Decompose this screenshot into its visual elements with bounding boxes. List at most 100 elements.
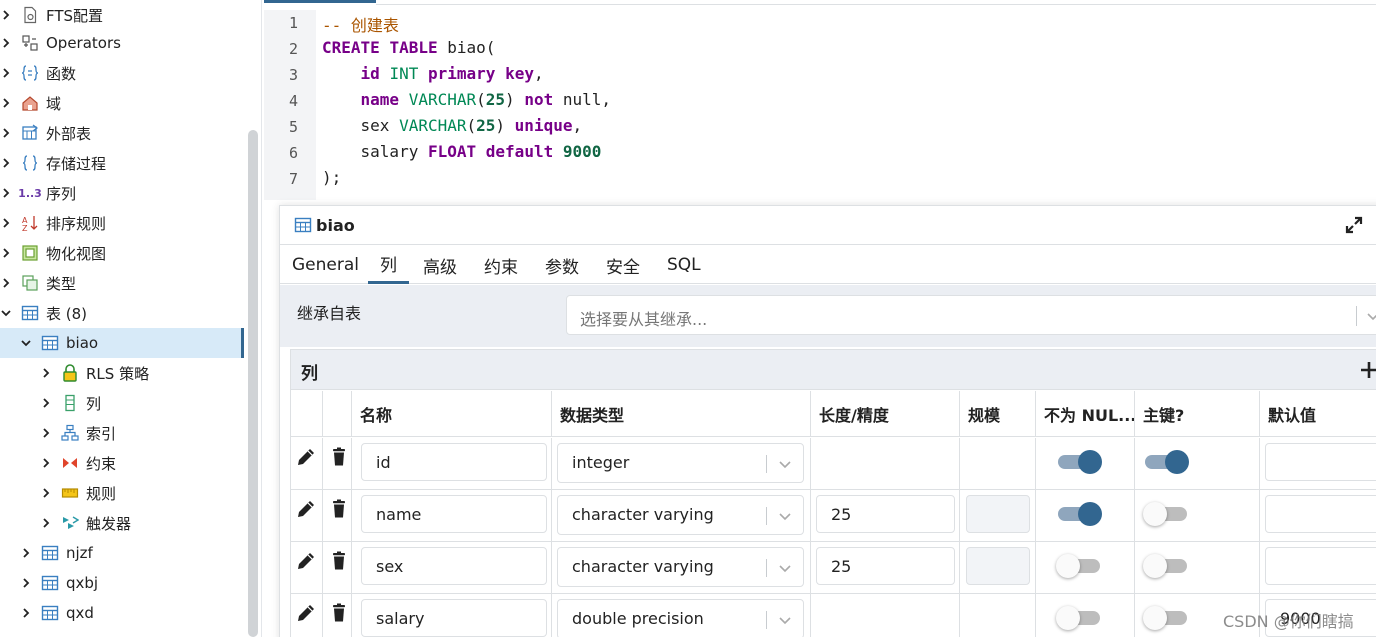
- chevron-right-icon[interactable]: [0, 9, 12, 21]
- tab-4[interactable]: 参数: [545, 246, 579, 284]
- not-null-toggle[interactable]: [1056, 502, 1102, 526]
- tree-item[interactable]: 物化视图: [0, 238, 244, 268]
- chevron-down-icon[interactable]: [777, 508, 793, 528]
- column-header[interactable]: 名称: [352, 391, 552, 437]
- edit-pencil-icon[interactable]: [295, 550, 317, 572]
- chevron-right-icon[interactable]: [0, 97, 12, 109]
- chevron-down-icon[interactable]: [777, 456, 793, 476]
- tree-item[interactable]: 外部表: [0, 118, 244, 148]
- tree-item[interactable]: 列: [0, 388, 244, 418]
- chevron-right-icon[interactable]: [40, 457, 52, 469]
- column-name-input[interactable]: sex: [361, 547, 547, 585]
- chevron-right-icon[interactable]: [40, 427, 52, 439]
- tree-item[interactable]: qxd: [0, 598, 244, 628]
- default-value-input[interactable]: [1265, 495, 1376, 533]
- code-line[interactable]: name VARCHAR(25) not null,: [322, 90, 611, 109]
- column-header[interactable]: 规模: [960, 391, 1036, 437]
- chevron-right-icon[interactable]: [40, 517, 52, 529]
- delete-trash-icon[interactable]: [328, 602, 350, 624]
- default-value-input[interactable]: [1265, 547, 1376, 585]
- tree-item[interactable]: biao: [0, 328, 244, 358]
- not-null-toggle[interactable]: [1056, 554, 1102, 578]
- column-header[interactable]: 主键?: [1135, 391, 1260, 437]
- chevron-right-icon[interactable]: [40, 397, 52, 409]
- tree-item[interactable]: 1..3 序列: [0, 178, 244, 208]
- tree-item[interactable]: 索引: [0, 418, 244, 448]
- chevron-right-icon[interactable]: [0, 67, 12, 79]
- chevron-down-icon[interactable]: [0, 307, 12, 319]
- data-type-select[interactable]: integer: [557, 443, 804, 483]
- chevron-right-icon[interactable]: [40, 367, 52, 379]
- chevron-right-icon[interactable]: [20, 577, 32, 589]
- code-line[interactable]: salary FLOAT default 9000: [322, 142, 602, 161]
- not-null-toggle[interactable]: [1056, 606, 1102, 630]
- code-line[interactable]: -- 创建表: [322, 12, 399, 36]
- delete-trash-icon[interactable]: [328, 498, 350, 520]
- sql-editor[interactable]: 1 2 3 4 5 6 7 -- 创建表 CREATE TABLE biao( id INT …: [264, 0, 1376, 200]
- tab-3[interactable]: 约束: [484, 246, 518, 284]
- column-header[interactable]: 长度/精度: [811, 391, 960, 437]
- primary-key-toggle[interactable]: [1143, 554, 1189, 578]
- edit-pencil-icon[interactable]: [295, 498, 317, 520]
- primary-key-toggle[interactable]: [1143, 502, 1189, 526]
- length-precision-input[interactable]: 25: [816, 547, 955, 585]
- data-type-select[interactable]: character varying: [557, 547, 804, 587]
- column-header[interactable]: 不为 NUL...: [1036, 391, 1135, 437]
- column-name-input[interactable]: name: [361, 495, 547, 533]
- tree-item[interactable]: 函数: [0, 58, 244, 88]
- tree-item[interactable]: FTS配置: [0, 0, 244, 30]
- chevron-right-icon[interactable]: [0, 277, 12, 289]
- tab-2[interactable]: 高级: [423, 246, 457, 284]
- column-name-input[interactable]: id: [361, 443, 547, 481]
- primary-key-toggle[interactable]: [1143, 450, 1189, 474]
- tree-item[interactable]: 类型: [0, 268, 244, 298]
- length-precision-input[interactable]: 25: [816, 495, 955, 533]
- add-column-icon[interactable]: [1359, 360, 1376, 380]
- chevron-down-icon[interactable]: [1365, 308, 1376, 328]
- default-value-input[interactable]: [1265, 443, 1376, 481]
- chevron-right-icon[interactable]: [20, 607, 32, 619]
- edit-pencil-icon[interactable]: [295, 446, 317, 468]
- chevron-right-icon[interactable]: [40, 487, 52, 499]
- chevron-right-icon[interactable]: [0, 247, 12, 259]
- data-type-select[interactable]: double precision: [557, 599, 804, 637]
- data-type-select[interactable]: character varying: [557, 495, 804, 535]
- column-name-input[interactable]: salary: [361, 599, 547, 637]
- tree-item[interactable]: Operators: [0, 28, 244, 58]
- tab-5[interactable]: 安全: [606, 246, 640, 284]
- tree-item[interactable]: 约束: [0, 448, 244, 478]
- chevron-right-icon[interactable]: [20, 547, 32, 559]
- tree-item[interactable]: qxbj: [0, 568, 244, 598]
- chevron-right-icon[interactable]: [0, 217, 12, 229]
- tab-0[interactable]: General: [292, 246, 359, 284]
- not-null-toggle[interactable]: [1056, 450, 1102, 474]
- tab-6[interactable]: SQL: [667, 246, 701, 284]
- primary-key-toggle[interactable]: [1143, 606, 1189, 630]
- chevron-right-icon[interactable]: [0, 187, 12, 199]
- tree-item[interactable]: RLS 策略: [0, 358, 244, 388]
- tree-item[interactable]: A Z 排序规则: [0, 208, 244, 238]
- code-line[interactable]: id INT primary key,: [322, 64, 544, 83]
- delete-trash-icon[interactable]: [328, 446, 350, 468]
- chevron-down-icon[interactable]: [777, 612, 793, 632]
- tree-item[interactable]: 触发器: [0, 508, 244, 538]
- code-line[interactable]: );: [322, 168, 341, 187]
- tree-item[interactable]: 域: [0, 88, 244, 118]
- column-header[interactable]: 数据类型: [552, 391, 811, 437]
- tree-item[interactable]: 存储过程: [0, 148, 244, 178]
- tree-item[interactable]: 表 (8): [0, 298, 244, 328]
- code-line[interactable]: sex VARCHAR(25) unique,: [322, 116, 583, 135]
- column-header[interactable]: 默认值: [1260, 391, 1376, 437]
- tree-item[interactable]: njzf: [0, 538, 244, 568]
- chevron-down-icon[interactable]: [777, 560, 793, 580]
- tree-scrollbar[interactable]: [248, 130, 258, 637]
- tab-1[interactable]: 列: [368, 246, 409, 284]
- chevron-right-icon[interactable]: [0, 127, 12, 139]
- inherit-from-table-select[interactable]: 选择要从其继承...: [566, 295, 1376, 335]
- maximize-icon[interactable]: [1344, 215, 1364, 235]
- chevron-down-icon[interactable]: [20, 337, 32, 349]
- chevron-right-icon[interactable]: [0, 157, 12, 169]
- code-line[interactable]: CREATE TABLE biao(: [322, 38, 495, 57]
- tree-item[interactable]: 规则: [0, 478, 244, 508]
- chevron-right-icon[interactable]: [0, 37, 12, 49]
